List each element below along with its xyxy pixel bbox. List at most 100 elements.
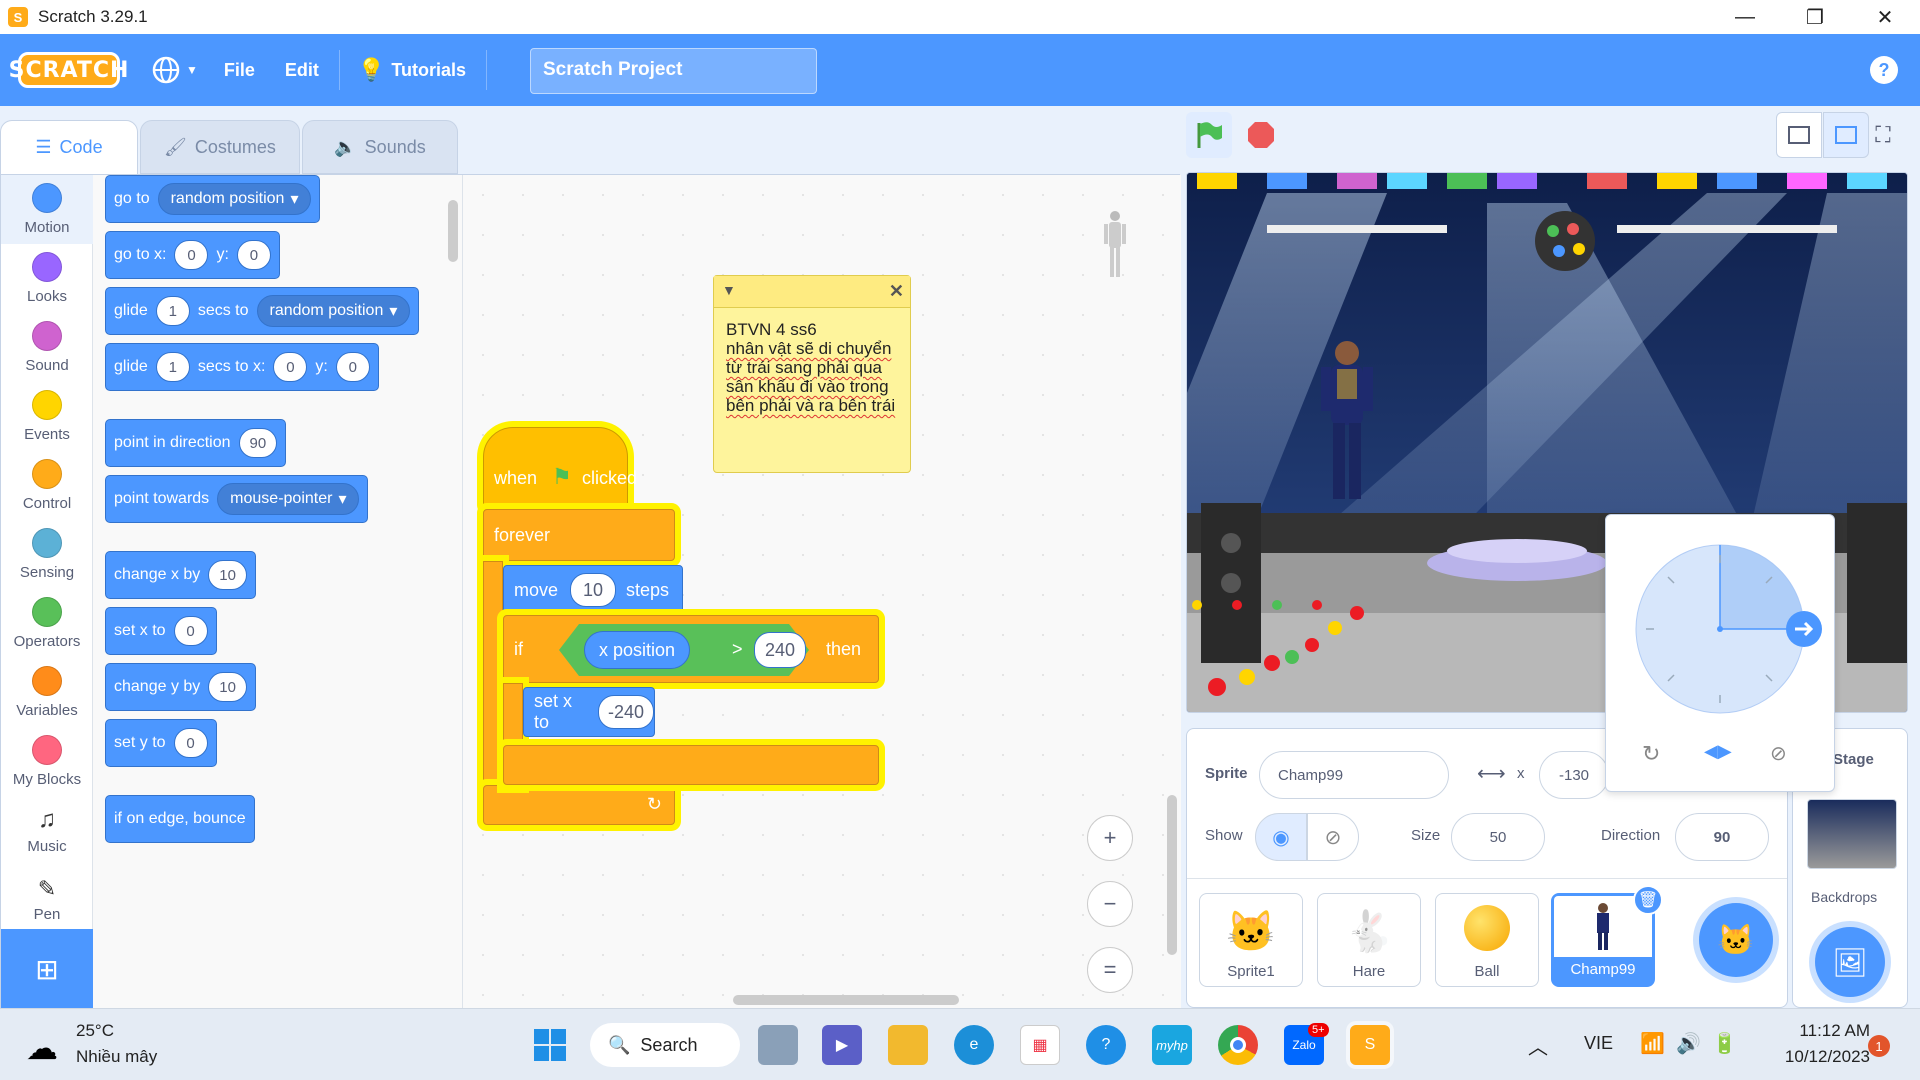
script-vertical-scrollbar[interactable] xyxy=(1167,795,1177,955)
secs-input[interactable]: 1 xyxy=(155,352,190,382)
dont-rotate-icon[interactable]: ⊘ xyxy=(1770,741,1787,766)
direction-dial[interactable] xyxy=(1606,515,1836,715)
go-to-dropdown[interactable]: random position ▾ xyxy=(157,183,312,215)
category-operators[interactable]: Operators xyxy=(1,589,93,658)
block-change-y[interactable]: change y by 10 xyxy=(105,663,256,711)
block-point-in-direction[interactable]: point in direction 90 xyxy=(105,419,287,467)
comment-note[interactable]: ▼ ✕ BTVN 4 ss6 nhân vật sẽ di chuyển từ … xyxy=(713,275,911,473)
block-set-y[interactable]: set y to 0 xyxy=(105,719,217,767)
small-stage-button[interactable] xyxy=(1776,112,1822,158)
note-text[interactable]: BTVN 4 ss6 nhân vật sẽ di chuyển từ trái… xyxy=(714,308,910,427)
value-input[interactable]: 10 xyxy=(208,560,247,590)
block-go-to[interactable]: go to random position ▾ xyxy=(105,175,321,223)
stop-button[interactable] xyxy=(1238,112,1284,158)
block-set-x[interactable]: set x to 0 xyxy=(105,607,217,655)
start-button[interactable] xyxy=(530,1025,570,1065)
when-flag-clicked-block[interactable]: when ⚑ clicked xyxy=(483,427,637,509)
palette-scrollbar[interactable] xyxy=(448,200,458,262)
direction-popover[interactable]: ↻ ◀▶ ⊘ xyxy=(1605,514,1835,792)
sprite-thumb-ball[interactable]: Ball xyxy=(1435,893,1539,987)
category-sensing[interactable]: Sensing xyxy=(1,520,93,589)
minimize-button[interactable]: — xyxy=(1710,0,1780,34)
towards-dropdown[interactable]: mouse-pointer ▾ xyxy=(217,483,360,515)
category-variables[interactable]: Variables xyxy=(1,658,93,727)
task-view-icon[interactable] xyxy=(758,1025,798,1065)
x-input[interactable]: 0 xyxy=(273,352,308,382)
show-visible-button[interactable]: ◉ xyxy=(1255,813,1307,861)
wifi-icon[interactable]: 📶 xyxy=(1640,1031,1665,1056)
choose-backdrop-button[interactable]: 🖼 xyxy=(1815,927,1885,997)
y-input[interactable]: 0 xyxy=(236,240,271,270)
tab-costumes[interactable]: 🖌 Costumes xyxy=(140,120,300,174)
category-control[interactable]: Control xyxy=(1,451,93,520)
tab-sounds[interactable]: 🔈 Sounds xyxy=(302,120,458,174)
battery-icon[interactable]: 🔋 xyxy=(1712,1031,1737,1056)
if-then-block[interactable]: if x position > 240 then xyxy=(503,615,879,683)
category-sound[interactable]: Sound xyxy=(1,313,93,382)
x-position-reporter[interactable]: x position xyxy=(584,631,691,669)
collapse-icon[interactable]: ▼ xyxy=(722,282,736,298)
category-pen[interactable]: ✎ Pen xyxy=(1,865,93,934)
edit-menu[interactable]: Edit xyxy=(285,60,319,81)
category-events[interactable]: Events xyxy=(1,382,93,451)
show-hidden-icons[interactable]: ︿ xyxy=(1528,1031,1548,1060)
script-horizontal-scrollbar[interactable] xyxy=(733,995,959,1005)
move-steps-block[interactable]: move 10 steps xyxy=(503,565,683,615)
file-menu[interactable]: File xyxy=(224,60,255,81)
rotate-all-around-icon[interactable]: ↻ xyxy=(1642,741,1660,767)
compare-input[interactable]: 240 xyxy=(754,632,807,668)
add-extension-button[interactable]: ⊞ xyxy=(1,929,93,1009)
set-x-block[interactable]: set x to -240 xyxy=(523,687,655,737)
maximize-button[interactable]: ❐ xyxy=(1780,0,1850,34)
volume-icon[interactable]: 🔊 xyxy=(1676,1031,1701,1056)
clock-date[interactable]: 10/12/2023 xyxy=(1760,1047,1870,1067)
show-hidden-button[interactable]: ⊘ xyxy=(1307,813,1359,861)
input-language[interactable]: VIE xyxy=(1584,1033,1613,1054)
value-input[interactable]: 0 xyxy=(173,728,208,758)
project-title-input[interactable]: Scratch Project xyxy=(530,48,817,94)
delete-sprite-button[interactable]: 🗑 xyxy=(1633,885,1663,915)
myhp-icon[interactable]: myhp xyxy=(1152,1025,1192,1065)
direction-input[interactable]: 90 xyxy=(238,428,278,458)
block-glide-to[interactable]: glide 1 secs to random position ▾ xyxy=(105,287,420,335)
left-right-rotation-icon[interactable]: ◀▶ xyxy=(1704,741,1732,762)
store-icon[interactable]: ▦ xyxy=(1020,1025,1060,1065)
language-menu[interactable]: ▼ xyxy=(152,56,198,84)
glide-dropdown[interactable]: random position ▾ xyxy=(256,295,411,327)
script-area[interactable]: ▼ ✕ BTVN 4 ss6 nhân vật sẽ di chuyển từ … xyxy=(463,175,1181,1009)
zoom-reset-button[interactable]: = xyxy=(1087,947,1133,993)
block-bounce[interactable]: if on edge, bounce xyxy=(105,795,255,843)
steps-input[interactable]: 10 xyxy=(570,573,617,607)
block-go-to-xy[interactable]: go to x: 0 y: 0 xyxy=(105,231,280,279)
direction-input[interactable]: 90 xyxy=(1675,813,1769,861)
size-input[interactable]: 50 xyxy=(1451,813,1545,861)
file-explorer-icon[interactable] xyxy=(888,1025,928,1065)
set-x-input[interactable]: -240 xyxy=(598,695,654,729)
edge-icon[interactable]: e xyxy=(954,1025,994,1065)
fullscreen-button[interactable]: ⛶ xyxy=(1860,112,1906,158)
note-close-button[interactable]: ✕ xyxy=(889,281,904,302)
sprite-name-input[interactable]: Champ99 xyxy=(1259,751,1449,799)
help-app-icon[interactable]: ? xyxy=(1086,1025,1126,1065)
chrome-icon[interactable] xyxy=(1218,1025,1258,1065)
zoom-in-button[interactable]: + xyxy=(1087,815,1133,861)
category-motion[interactable]: Motion xyxy=(1,175,93,244)
green-flag-button[interactable] xyxy=(1186,112,1232,158)
tutorials-button[interactable]: 💡 Tutorials xyxy=(358,57,466,83)
scratch-taskbar-icon[interactable]: S xyxy=(1350,1025,1390,1065)
y-input[interactable]: 0 xyxy=(335,352,370,382)
x-input[interactable]: 0 xyxy=(174,240,209,270)
notification-badge[interactable]: 1 xyxy=(1868,1035,1890,1057)
category-music[interactable]: ♫ Music xyxy=(1,796,93,865)
secs-input[interactable]: 1 xyxy=(155,296,190,326)
scratch-logo[interactable]: SCRATCH xyxy=(9,52,128,88)
help-button[interactable]: ? xyxy=(1870,56,1898,84)
zoom-out-button[interactable]: − xyxy=(1087,881,1133,927)
clock-time[interactable]: 11:12 AM xyxy=(1760,1021,1870,1041)
teams-icon[interactable]: ▶ xyxy=(822,1025,862,1065)
block-glide-to-xy[interactable]: glide 1 secs to x: 0 y: 0 xyxy=(105,343,379,391)
close-button[interactable]: ✕ xyxy=(1850,0,1920,34)
category-my-blocks[interactable]: My Blocks xyxy=(1,727,93,796)
sprite-thumb-hare[interactable]: 🐇 Hare xyxy=(1317,893,1421,987)
forever-block[interactable]: forever xyxy=(483,509,675,561)
